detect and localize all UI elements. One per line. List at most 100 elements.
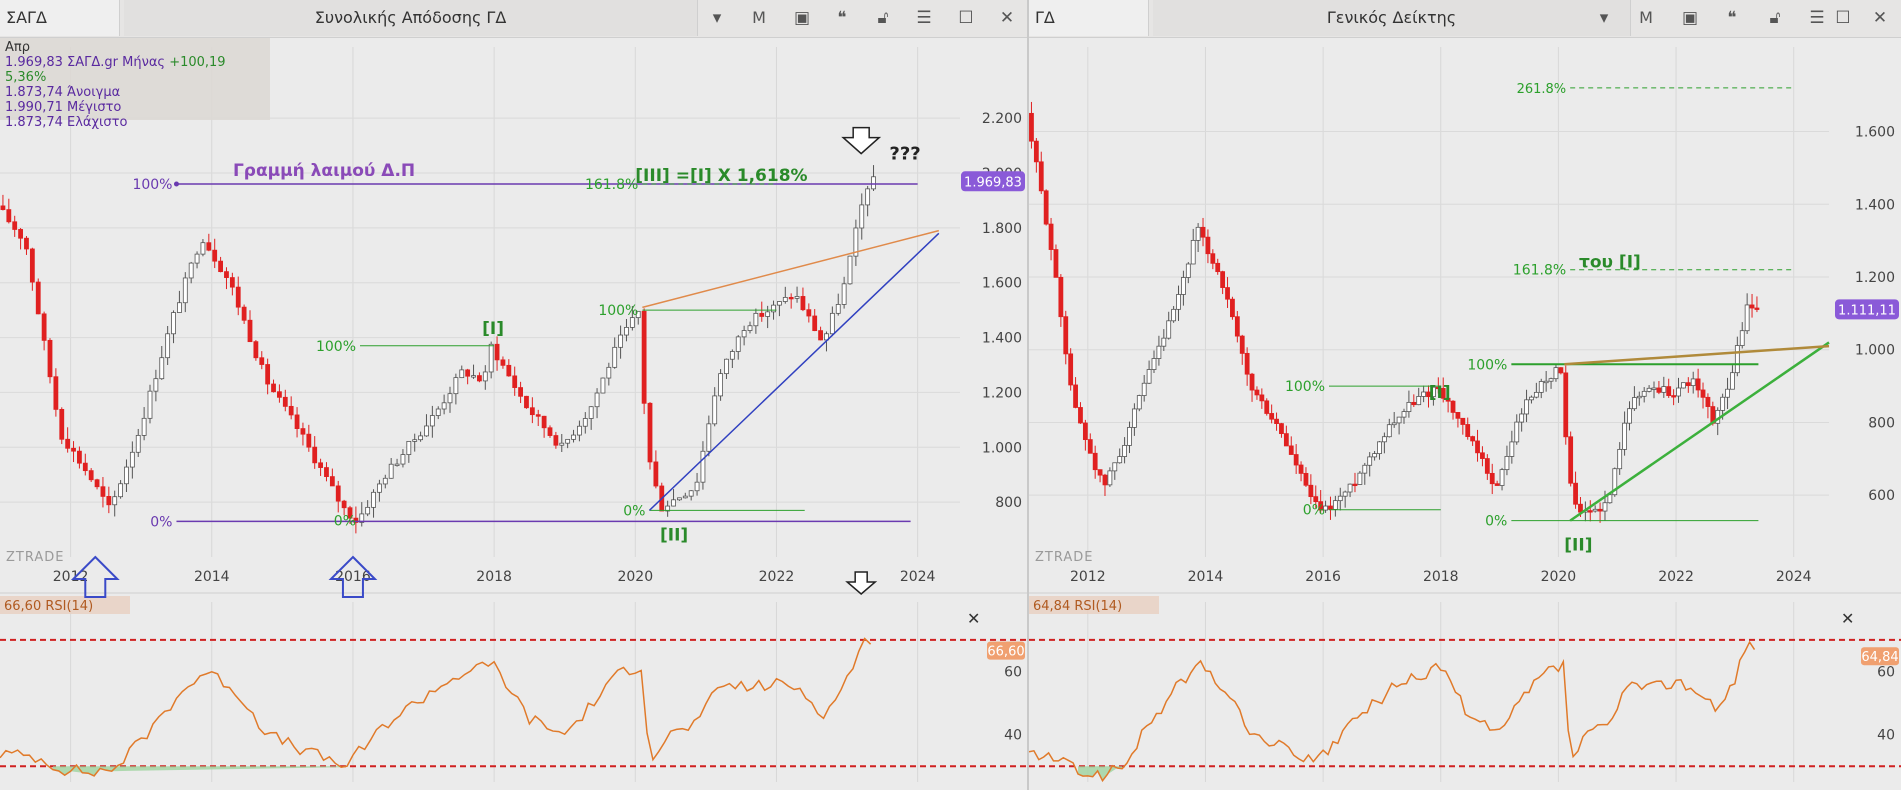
candle bbox=[1705, 396, 1711, 407]
candle bbox=[482, 371, 488, 382]
candle bbox=[1484, 458, 1490, 474]
candle bbox=[159, 357, 165, 380]
candle bbox=[1499, 469, 1505, 486]
candle bbox=[177, 302, 182, 313]
candle bbox=[329, 476, 335, 487]
candle bbox=[1220, 271, 1226, 288]
info-close: 1.969,83 ΣΑΓΔ.gr Μήνας bbox=[5, 55, 166, 70]
fib-target-label: του [I] bbox=[1579, 253, 1641, 273]
candle bbox=[471, 375, 476, 378]
maximize-icon[interactable]: ☐ bbox=[953, 5, 979, 31]
candle bbox=[277, 391, 282, 398]
maximize-icon[interactable]: ☐ bbox=[1830, 5, 1856, 31]
x-tick-label: 2014 bbox=[1188, 569, 1224, 585]
chevron-down-icon[interactable]: ▾ bbox=[1591, 5, 1617, 31]
candle bbox=[94, 479, 100, 488]
candle bbox=[765, 311, 771, 317]
candle bbox=[1386, 424, 1392, 438]
candle bbox=[1249, 373, 1255, 391]
lock-icon[interactable]: 🔓︎ bbox=[870, 5, 896, 31]
candle bbox=[1543, 380, 1549, 384]
candle bbox=[1298, 464, 1304, 474]
quote-icon[interactable]: ❝ bbox=[1719, 5, 1745, 31]
rsi-y-tick-label: 60 bbox=[1004, 664, 1022, 680]
candle bbox=[1406, 401, 1412, 413]
candle bbox=[1578, 503, 1583, 513]
fib-label-100: 100% bbox=[1467, 357, 1507, 373]
chart-title[interactable]: Γενικός Δείκτης bbox=[1153, 0, 1631, 36]
candle bbox=[288, 405, 294, 416]
arrow-down-icon bbox=[845, 571, 878, 595]
candle bbox=[12, 221, 18, 230]
close-icon[interactable]: ✕ bbox=[1867, 5, 1893, 31]
y-tick-label: 600 bbox=[1868, 488, 1895, 504]
candle bbox=[1200, 226, 1206, 238]
candle bbox=[306, 433, 312, 448]
candle bbox=[100, 486, 106, 497]
candle bbox=[435, 408, 441, 416]
wave-1-label: [I] bbox=[482, 319, 504, 339]
candle bbox=[1573, 482, 1578, 505]
candle bbox=[1568, 436, 1574, 484]
fib-label-1618: 161.8% bbox=[585, 177, 638, 193]
candle bbox=[82, 462, 88, 472]
candle bbox=[1754, 307, 1760, 310]
candle bbox=[412, 439, 418, 442]
close-icon[interactable]: ✕ bbox=[994, 5, 1020, 31]
candle bbox=[1190, 239, 1196, 265]
chevron-down-icon[interactable]: ▾ bbox=[704, 5, 730, 31]
quote-icon[interactable]: ❝ bbox=[829, 5, 855, 31]
candle bbox=[1681, 382, 1686, 389]
candle bbox=[812, 315, 818, 332]
candle bbox=[1695, 378, 1701, 391]
y-tick-label: 800 bbox=[995, 495, 1022, 511]
window-icon[interactable]: ▣ bbox=[789, 5, 815, 31]
candle bbox=[829, 312, 835, 335]
candle bbox=[124, 466, 129, 485]
interval-button[interactable]: M bbox=[1633, 5, 1659, 31]
neckline-handle bbox=[173, 181, 179, 187]
candle bbox=[1033, 140, 1039, 163]
chart-title[interactable]: Συνολικής Απόδοσης ΓΔ bbox=[124, 0, 698, 36]
candle bbox=[771, 304, 776, 313]
y-tick-label: 1.600 bbox=[982, 276, 1022, 292]
candle bbox=[312, 446, 318, 464]
y-tick-label: 1.200 bbox=[1855, 270, 1895, 286]
chart-panel-left[interactable]: ΣΑΓΔ Συνολικής Απόδοσης ΓΔ ▾ M ▣ ❝ 🔓︎ ☰ … bbox=[0, 0, 1027, 790]
panel-titlebar: ΓΔ Γενικός Δείκτης ▾ M ▣ ❝ 🔓︎ ☰ ☐ ✕ bbox=[1029, 0, 1901, 38]
candle bbox=[488, 343, 494, 373]
candle bbox=[1048, 223, 1054, 250]
chart-panel-right[interactable]: ΓΔ Γενικός Δείκτης ▾ M ▣ ❝ 🔓︎ ☰ ☐ ✕ 2012… bbox=[1029, 0, 1901, 790]
candle bbox=[777, 301, 782, 306]
price-chart-left[interactable]: 2012 2014 2016 2018 2020 2022 2024 800 1.000 1.20… bbox=[0, 37, 1027, 790]
lock-icon[interactable]: 🔓︎ bbox=[1762, 5, 1788, 31]
candle bbox=[1685, 382, 1691, 387]
price-chart-right[interactable]: 2012 2014 2016 2018 2020 2022 2024 600 800 1.000 1… bbox=[1029, 37, 1901, 790]
candle bbox=[377, 483, 382, 493]
support-trendline bbox=[648, 232, 940, 511]
candle bbox=[859, 204, 865, 229]
symbol-tab[interactable]: ΣΑΓΔ bbox=[0, 0, 120, 36]
candle bbox=[418, 435, 423, 441]
candle bbox=[271, 383, 276, 393]
candle bbox=[200, 242, 206, 255]
candle bbox=[553, 435, 559, 446]
candle bbox=[135, 434, 141, 453]
watermark: ZTRADE bbox=[1035, 550, 1093, 565]
window-icon[interactable]: ▣ bbox=[1677, 5, 1703, 31]
candle bbox=[141, 417, 147, 436]
x-tick-label: 2020 bbox=[1541, 569, 1577, 585]
interval-button[interactable]: M bbox=[746, 5, 772, 31]
candle bbox=[512, 375, 518, 388]
candle bbox=[1156, 345, 1162, 359]
candle bbox=[671, 499, 676, 507]
candle bbox=[700, 450, 706, 483]
candle bbox=[806, 309, 812, 317]
candle bbox=[1283, 433, 1289, 447]
menu-icon[interactable]: ☰ bbox=[911, 5, 937, 31]
x-tick-label: 2018 bbox=[1423, 569, 1459, 585]
candle bbox=[194, 253, 200, 264]
menu-icon[interactable]: ☰ bbox=[1804, 5, 1830, 31]
candle bbox=[1058, 276, 1064, 318]
symbol-tab[interactable]: ΓΔ bbox=[1029, 0, 1149, 36]
